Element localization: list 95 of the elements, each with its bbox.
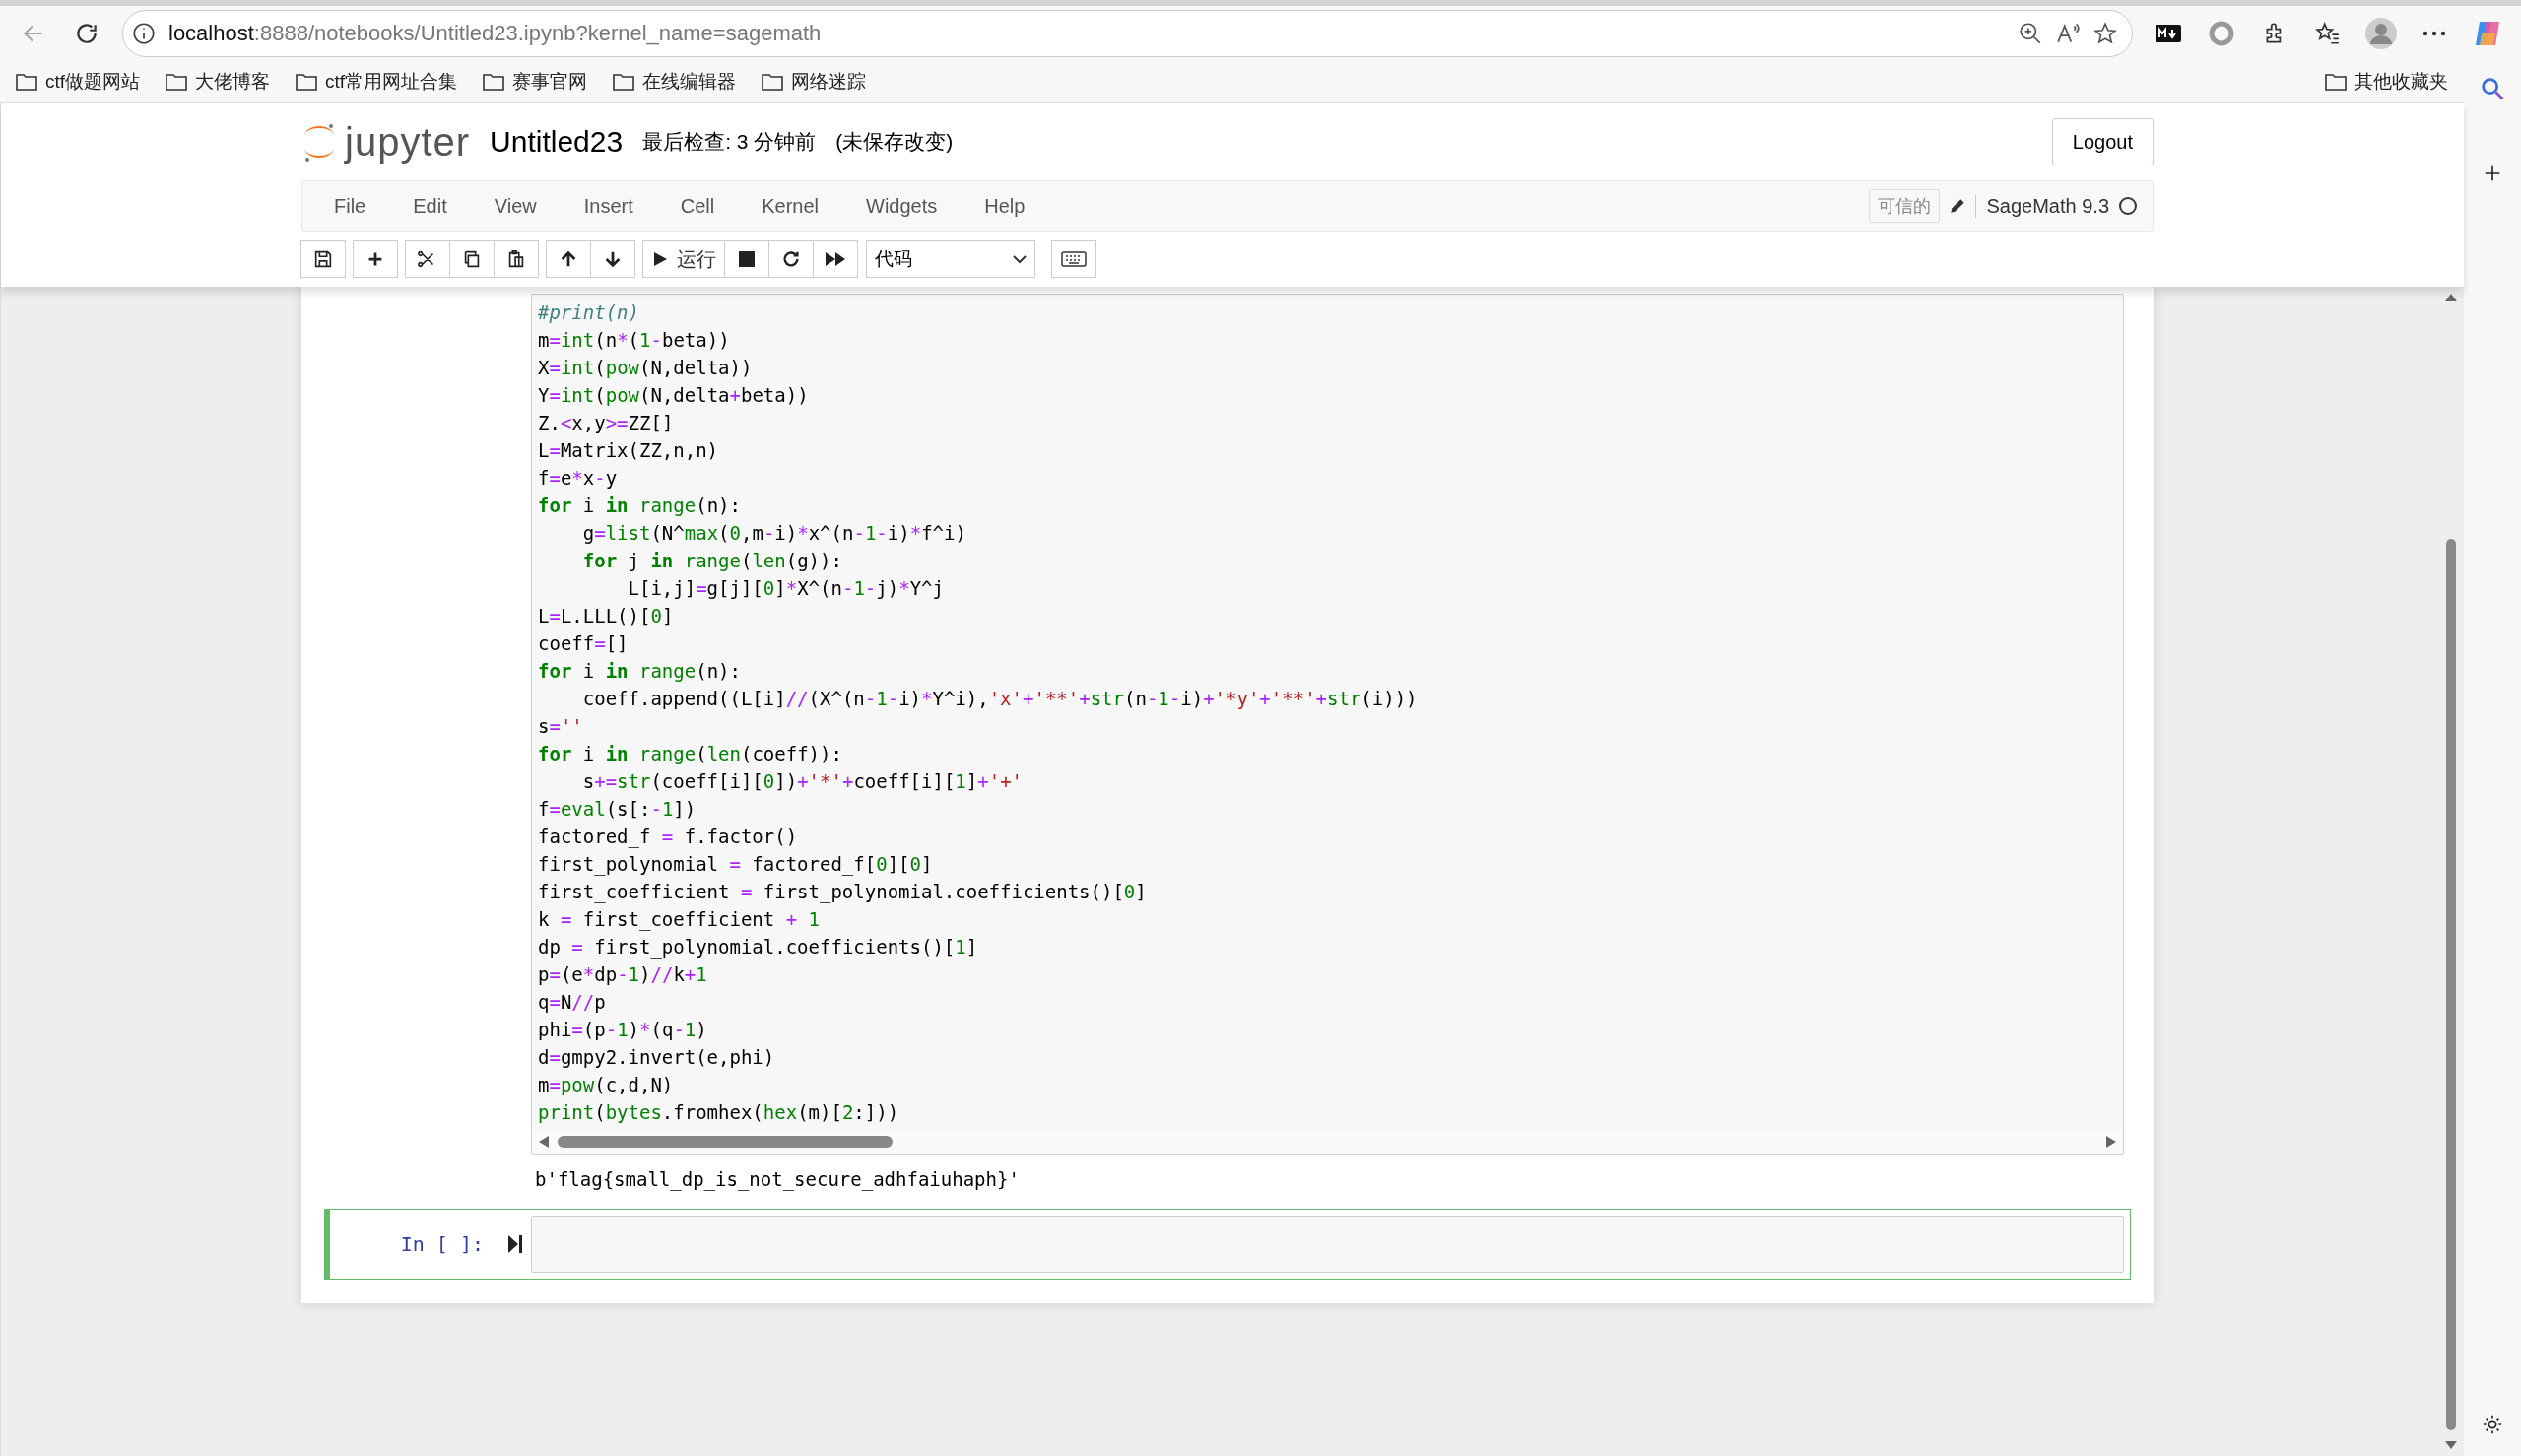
code-line: L=Matrix(ZZ,n,n) — [538, 438, 720, 463]
code-line: X=int(pow(N,delta)) — [538, 356, 754, 380]
menu-item[interactable]: Widgets — [842, 194, 962, 218]
code-line: f=eval(s[:-1]) — [538, 797, 697, 822]
code-line: L[i,j]=g[j][0]*X^(n-1-j)*Y^j — [627, 576, 945, 601]
unsaved-status: (未保存改变) — [835, 129, 954, 155]
code-line: first_polynomial = factored_f[0][0] — [538, 852, 934, 878]
run-cell-icon[interactable] — [507, 1234, 523, 1254]
address-bar[interactable]: localhost:8888/notebooks/Untitled23.ipynb?kernel_name=sagemath — [122, 10, 2133, 57]
info-icon[interactable] — [131, 21, 157, 46]
code-line: dp = first_polynomial.coefficients()[1] — [538, 935, 979, 960]
code-line: m=pow(c,d,N) — [538, 1073, 675, 1097]
bookmark-folder[interactable]: 网络迷踪 — [762, 69, 867, 95]
code-line: for i in range(len(coeff)): — [538, 742, 843, 766]
code-line: for j in range(len(g)): — [581, 549, 843, 573]
stop-icon — [739, 251, 755, 267]
logout-button[interactable]: Logout — [2051, 118, 2154, 165]
menu-item[interactable]: Cell — [656, 194, 739, 218]
kernel-name[interactable]: SageMath 9.3 — [1975, 194, 2119, 218]
code-input[interactable] — [531, 1216, 2124, 1273]
folder-icon — [483, 73, 505, 91]
move-down-button[interactable] — [590, 240, 635, 278]
scroll-left-icon[interactable] — [538, 1135, 550, 1149]
code-line: print(bytes.fromhex(hex(m)[2:])) — [538, 1100, 900, 1125]
code-line: first_coefficient = first_polynomial.coefficients()[0] — [538, 880, 1148, 905]
code-line: for i in range(n): — [538, 494, 742, 518]
keyboard-icon — [1061, 251, 1087, 267]
run-button[interactable]: 运行 — [642, 240, 725, 278]
folder-icon — [613, 73, 635, 91]
copy-button[interactable] — [449, 240, 495, 278]
code-line: Y=int(pow(N,delta+beta)) — [538, 383, 810, 408]
checkpoint-status: 最后检查: 3 分钟前 — [642, 129, 817, 155]
fast-forward-icon — [825, 250, 846, 268]
code-line: k = first_coefficient + 1 — [538, 907, 822, 933]
move-up-button[interactable] — [546, 240, 591, 278]
folder-icon — [16, 73, 37, 91]
code-line: d=gmpy2.invert(e,phi) — [538, 1045, 776, 1070]
code-line: m=int(n*(1-beta)) — [538, 328, 731, 353]
code-line: L=L.LLL()[0] — [538, 604, 675, 629]
code-line: phi=(p-1)*(q-1) — [538, 1018, 708, 1042]
bookmark-folder[interactable]: ctf常用网址合集 — [296, 69, 458, 95]
code-line: s+=str(coeff[i][0])+'*'+coeff[i][1]+'+' — [581, 769, 1025, 794]
code-line: coeff=[] — [538, 631, 630, 656]
code-line: q=N//p — [538, 990, 607, 1015]
fast-forward-button[interactable] — [813, 240, 858, 278]
chevron-down-icon — [1013, 254, 1027, 264]
code-line: factored_f = f.factor() — [538, 825, 799, 850]
code-line: f=e*x-y — [538, 466, 619, 491]
keyboard-button[interactable] — [1051, 240, 1096, 278]
scroll-right-icon[interactable] — [2105, 1135, 2117, 1149]
add-cell-button[interactable] — [353, 240, 398, 278]
menu-item[interactable]: File — [310, 194, 390, 218]
scroll-down-icon[interactable] — [2444, 1440, 2458, 1450]
menu-item[interactable]: Insert — [560, 194, 657, 218]
input-prompt: In [ ]: — [400, 1232, 484, 1256]
save-icon — [312, 248, 334, 270]
jupyter-logo[interactable]: jupyter — [301, 119, 471, 165]
folder-icon — [2325, 73, 2347, 91]
code-line: Z.<x,y>=ZZ[] — [538, 411, 675, 435]
menu-item[interactable]: Help — [961, 194, 1049, 218]
stop-button[interactable] — [724, 240, 769, 278]
notebook-title[interactable]: Untitled23 — [490, 125, 624, 159]
zoom-icon[interactable] — [2018, 21, 2043, 46]
menu-item[interactable]: Edit — [389, 194, 471, 218]
scrollbar-thumb[interactable] — [558, 1136, 893, 1148]
restart-button[interactable] — [768, 240, 814, 278]
code-line: #print(n) — [538, 300, 640, 325]
url-text: localhost:8888/notebooks/Untitled23.ipynb?kernel_name=sagemath — [168, 21, 823, 46]
bookmark-folder[interactable]: 赛事官网 — [483, 69, 588, 95]
code-line: g=list(N^max(0,m-i)*x^(n-1-i)*f^i) — [581, 521, 967, 546]
bookmark-folder[interactable]: 在线编辑器 — [613, 69, 737, 95]
code-input[interactable] — [531, 294, 2124, 1155]
code-line: p=(e*dp-1)//k+1 — [538, 962, 708, 987]
folder-icon — [166, 73, 188, 91]
code-cell[interactable]: In [ ]: — [324, 1209, 2131, 1280]
folder-icon — [296, 73, 318, 91]
scroll-up-icon[interactable] — [2444, 293, 2458, 302]
paste-button[interactable] — [494, 240, 539, 278]
bookmark-folder[interactable]: 大佬博客 — [166, 69, 271, 95]
bookmark-folder[interactable]: 其他收藏夹 — [2325, 69, 2448, 95]
cut-button[interactable] — [405, 240, 450, 278]
scrollbar-thumb[interactable] — [2446, 539, 2456, 1430]
code-line: s='' — [538, 714, 584, 739]
cell-type-select[interactable]: 代码 — [866, 240, 1035, 278]
save-button[interactable] — [300, 240, 346, 278]
profile-avatar[interactable] — [2363, 16, 2399, 51]
folder-icon — [762, 73, 784, 91]
output-text: b'flag{small_dp_is_not_secure_adhfaiuhaph}' — [535, 1168, 1020, 1190]
menu-item[interactable]: View — [470, 194, 561, 218]
code-line: for i in range(n): — [538, 659, 742, 684]
bookmark-folder[interactable]: ctf做题网站 — [16, 69, 141, 95]
star-icon[interactable] — [2092, 21, 2118, 46]
code-line: coeff.append((L[i]//(X^(n-1-i)*Y^i),'x'+'**'+str(n-1-i)+'*y'+'**'+str(i))) — [581, 687, 1419, 711]
play-icon — [651, 250, 669, 268]
menu-item[interactable]: Kernel — [738, 194, 842, 218]
